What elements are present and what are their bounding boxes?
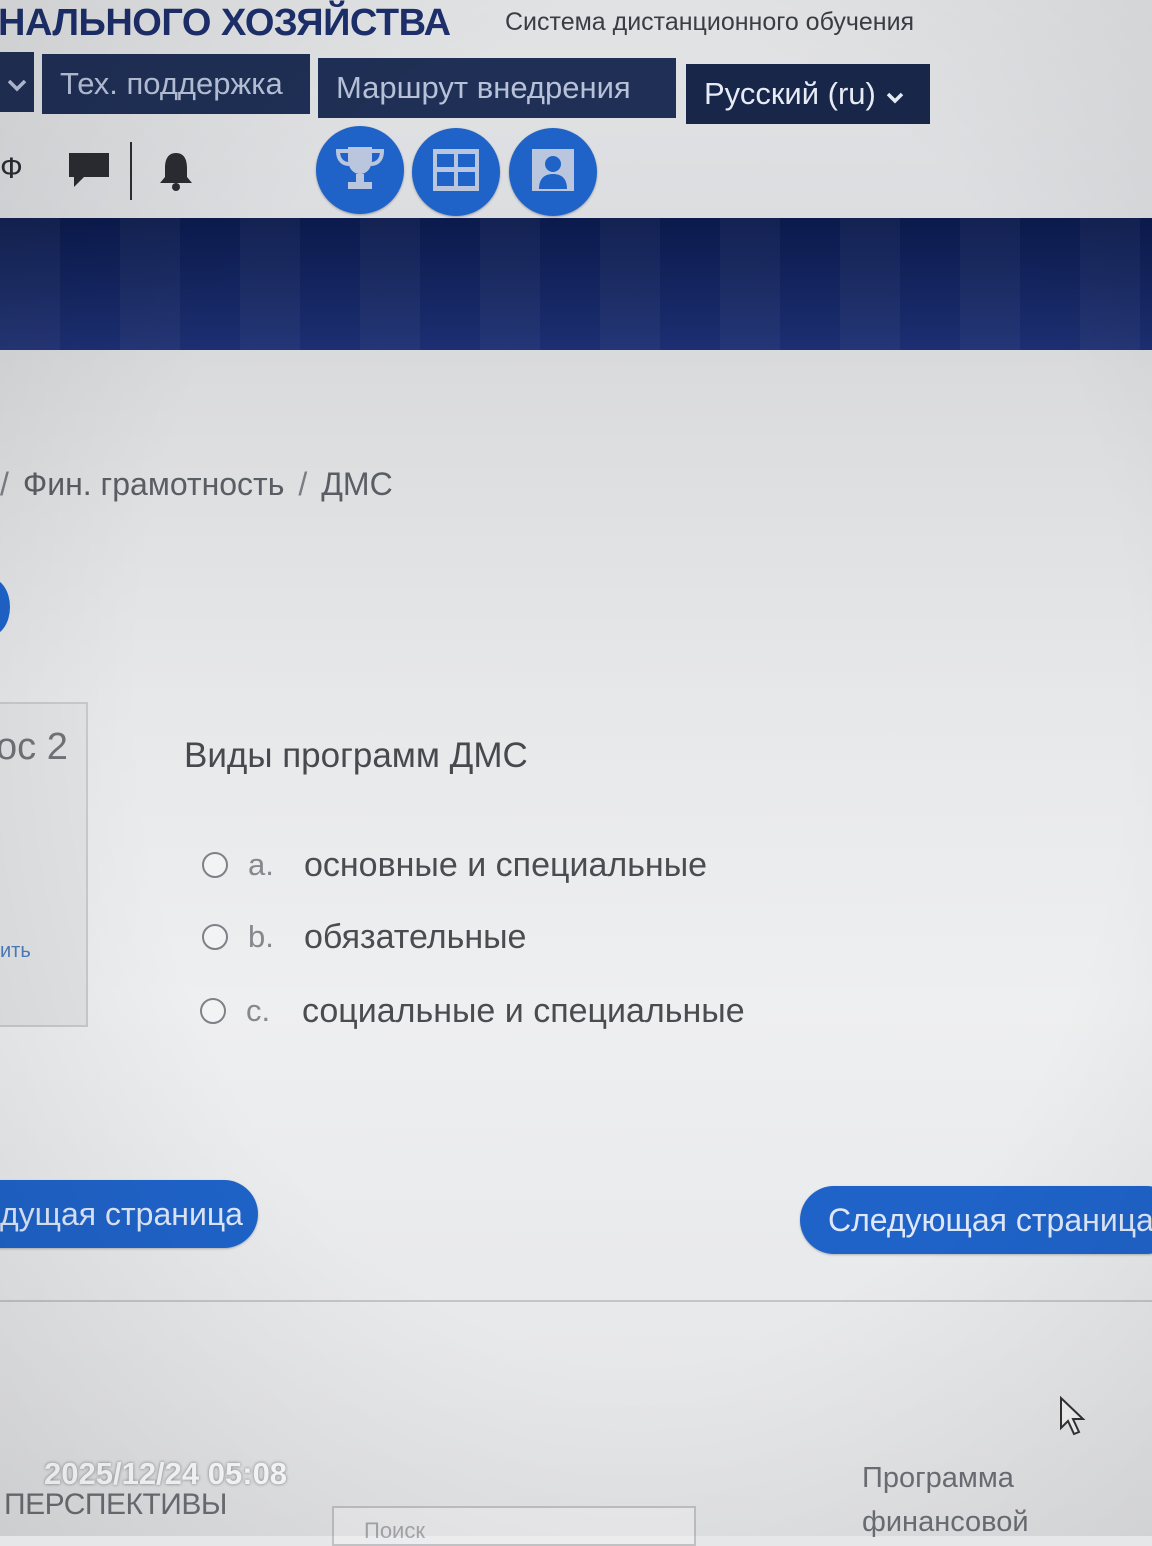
user-initial[interactable]: Ф bbox=[0, 152, 23, 186]
radio-button[interactable] bbox=[200, 998, 226, 1024]
breadcrumb: / Фин. грамотность / ДМС bbox=[0, 466, 393, 503]
profile-button[interactable] bbox=[509, 128, 597, 216]
footer-program-link[interactable]: Программа финансовой bbox=[862, 1456, 1082, 1544]
footer-search-input[interactable]: Поиск bbox=[332, 1506, 696, 1546]
breadcrumb-item-course[interactable]: Фин. грамотность bbox=[23, 466, 284, 502]
next-page-button[interactable]: Следующая страница bbox=[800, 1186, 1152, 1254]
radio-button[interactable] bbox=[202, 852, 228, 878]
content-divider bbox=[0, 1300, 1152, 1302]
footer-program-line2: финансовой bbox=[862, 1506, 1029, 1538]
trophy-icon bbox=[333, 143, 387, 198]
question-number: ос 2 bbox=[0, 726, 68, 768]
page-banner bbox=[0, 218, 1152, 350]
main-content bbox=[0, 350, 1152, 1536]
icon-divider bbox=[130, 142, 132, 200]
mouse-cursor-icon bbox=[1058, 1395, 1088, 1443]
radio-button[interactable] bbox=[202, 924, 228, 950]
language-label: Русский (ru) bbox=[704, 76, 876, 111]
language-selector[interactable]: Русский (ru) bbox=[686, 64, 930, 124]
option-letter: c. bbox=[246, 993, 271, 1028]
answer-option-a[interactable]: a. основные и специальные bbox=[202, 842, 707, 888]
system-name: Система дистанционного обучения bbox=[505, 8, 915, 36]
breadcrumb-item-current: ДМС bbox=[321, 466, 393, 502]
option-text: обязательные bbox=[304, 917, 527, 956]
grid-icon bbox=[430, 146, 482, 199]
option-text: основные и специальные bbox=[304, 845, 708, 884]
nav-route-link[interactable]: Маршрут внедрения bbox=[318, 58, 676, 118]
nav-support-label: Тех. поддержка bbox=[60, 66, 283, 101]
footer-program-line1: Программа bbox=[862, 1462, 1014, 1494]
chevron-down-icon bbox=[7, 64, 27, 100]
photo-timestamp: 2025/12/24 05:08 bbox=[44, 1456, 288, 1491]
flag-question-link[interactable]: ить bbox=[0, 940, 31, 963]
footer-search-placeholder: Поиск bbox=[364, 1518, 425, 1543]
breadcrumb-separator: / bbox=[298, 466, 308, 502]
option-letter: b. bbox=[248, 919, 274, 954]
option-letter: a. bbox=[248, 847, 274, 882]
footer-section-title: ПЕРСПЕКТИВЫ bbox=[4, 1488, 227, 1521]
bell-icon[interactable] bbox=[156, 150, 196, 197]
question-text: Виды программ ДМС bbox=[184, 736, 528, 775]
next-page-label: Следующая страница bbox=[828, 1201, 1152, 1238]
organization-title: НАЛЬНОГО ХОЗЯЙСТВА bbox=[0, 2, 451, 44]
previous-page-label: дущая страница bbox=[0, 1195, 243, 1232]
nav-menu-dropdown[interactable] bbox=[0, 52, 34, 112]
breadcrumb-separator: / bbox=[0, 466, 9, 502]
chat-icon[interactable] bbox=[66, 150, 112, 195]
answer-option-c[interactable]: c. социальные и специальные bbox=[200, 988, 745, 1034]
option-text: социальные и специальные bbox=[302, 991, 745, 1030]
achievements-button[interactable] bbox=[316, 126, 404, 214]
nav-route-label: Маршрут внедрения bbox=[336, 70, 631, 105]
answer-option-b[interactable]: b. обязательные bbox=[202, 914, 526, 960]
dashboard-button[interactable] bbox=[412, 128, 500, 216]
person-card-icon bbox=[528, 145, 578, 200]
nav-support-link[interactable]: Тех. поддержка bbox=[42, 54, 310, 114]
previous-page-button[interactable]: дущая страница bbox=[0, 1180, 258, 1248]
chevron-down-icon bbox=[886, 76, 904, 112]
